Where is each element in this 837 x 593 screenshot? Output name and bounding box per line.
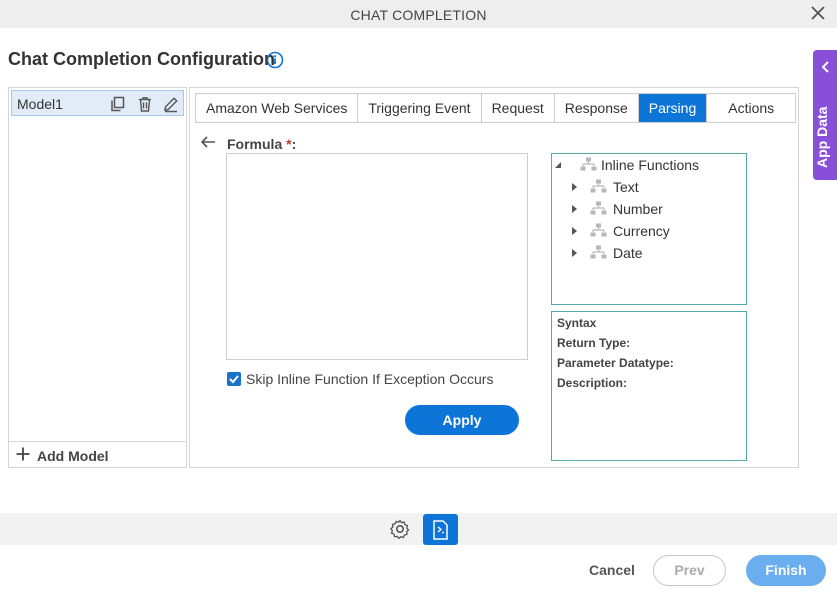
hierarchy-icon: [580, 157, 597, 171]
gear-icon[interactable]: [389, 518, 411, 540]
app-data-document-button[interactable]: [423, 514, 458, 545]
model-list-panel: Model1 Add Model: [8, 87, 187, 468]
parameter-datatype-label: Parameter Datatype:: [557, 356, 674, 370]
checkmark-icon: [229, 375, 239, 384]
inline-functions-tree: Inline Functions Text Number Currency Da…: [551, 153, 747, 305]
back-arrow-icon[interactable]: [200, 135, 216, 149]
expand-triangle-icon[interactable]: [570, 248, 578, 258]
cancel-button[interactable]: Cancel: [589, 562, 635, 578]
tree-node-label: Currency: [613, 223, 670, 239]
edit-icon[interactable]: [162, 95, 180, 113]
skip-inline-function-label: Skip Inline Function If Exception Occurs: [246, 371, 494, 387]
app-data-label: App Data: [814, 106, 830, 168]
hierarchy-icon: [590, 245, 607, 259]
copy-icon[interactable]: [109, 95, 127, 113]
apply-button[interactable]: Apply: [405, 405, 519, 435]
configuration-panel: Amazon Web Services Triggering Event Req…: [189, 87, 799, 468]
tab-triggering-event[interactable]: Triggering Event: [358, 94, 482, 122]
tree-node-label: Number: [613, 201, 663, 217]
hierarchy-icon: [590, 201, 607, 215]
tab-response[interactable]: Response: [554, 94, 639, 122]
skip-inline-function-checkbox[interactable]: [227, 372, 241, 386]
add-model-button[interactable]: Add Model: [9, 441, 186, 467]
expand-triangle-icon[interactable]: [570, 204, 578, 214]
info-icon[interactable]: [266, 51, 284, 69]
window-titlebar: CHAT COMPLETION: [0, 0, 837, 28]
window-title: CHAT COMPLETION: [350, 7, 487, 23]
expand-triangle-icon[interactable]: [570, 226, 578, 236]
app-data-tab[interactable]: App Data: [813, 50, 837, 180]
plus-icon: [16, 447, 30, 461]
add-model-label: Add Model: [37, 448, 109, 464]
tree-node-label: Text: [613, 179, 639, 195]
collapse-triangle-icon[interactable]: [554, 160, 562, 170]
chevron-left-icon[interactable]: [820, 60, 832, 74]
model-item[interactable]: Model1: [11, 90, 184, 116]
model-name: Model1: [17, 96, 63, 112]
bottom-toolbar: [0, 513, 837, 545]
page-title: Chat Completion Configuration: [8, 49, 275, 69]
tab-parsing[interactable]: Parsing: [638, 94, 708, 122]
return-type-label: Return Type:: [557, 336, 631, 350]
formula-label: Formula *:: [227, 136, 296, 152]
tab-bar: Amazon Web Services Triggering Event Req…: [195, 93, 797, 123]
delete-icon[interactable]: [136, 95, 154, 113]
tree-node-label: Date: [613, 245, 643, 261]
syntax-heading: Syntax: [557, 316, 597, 330]
tab-amazon-web-services[interactable]: Amazon Web Services: [196, 94, 359, 122]
hierarchy-icon: [590, 223, 607, 237]
tab-request[interactable]: Request: [481, 94, 555, 122]
description-label: Description:: [557, 376, 628, 390]
expand-triangle-icon[interactable]: [570, 182, 578, 192]
document-icon: [433, 520, 448, 540]
finish-button[interactable]: Finish: [746, 555, 826, 586]
prev-button[interactable]: Prev: [653, 555, 726, 586]
tree-node-label: Inline Functions: [601, 157, 700, 173]
tab-actions[interactable]: Actions: [707, 94, 796, 122]
formula-label-colon: :: [291, 136, 297, 152]
syntax-info-panel: Syntax Return Type: Parameter Datatype: …: [551, 311, 747, 461]
formula-label-text: Formula: [227, 136, 283, 152]
hierarchy-icon: [590, 179, 607, 193]
formula-input[interactable]: [226, 153, 528, 360]
close-icon[interactable]: [809, 4, 827, 22]
